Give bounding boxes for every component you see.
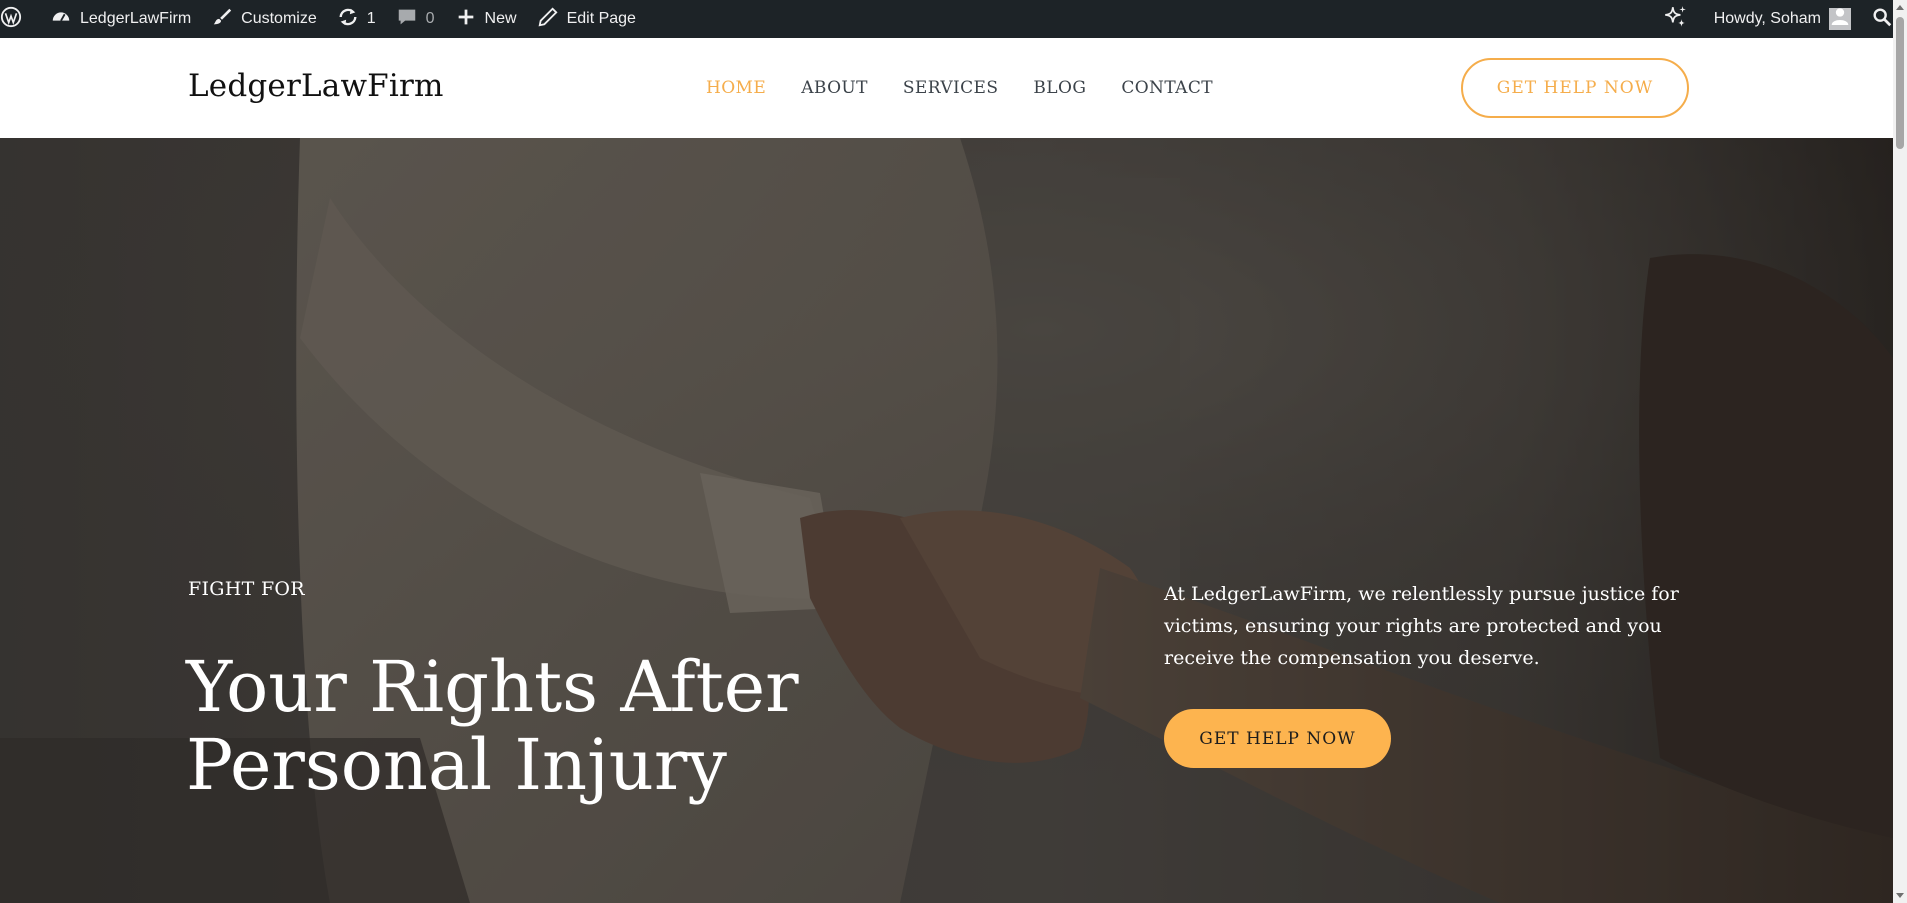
hero-description: At LedgerLawFirm, we relentlessly pursue… <box>1164 583 1679 669</box>
ai-assistant-button[interactable] <box>1652 0 1698 38</box>
nav-item-home[interactable]: HOME <box>706 78 766 98</box>
scroll-up-arrow-icon[interactable] <box>1896 5 1904 10</box>
hero-heading: Your Rights After Personal Injury <box>186 646 799 806</box>
nav-item-blog[interactable]: BLOG <box>1033 78 1086 98</box>
new-content-link[interactable]: New <box>445 0 527 38</box>
hero-eyebrow: FIGHT FOR <box>188 578 305 600</box>
primary-nav: HOME ABOUT SERVICES BLOG CONTACT <box>706 78 1213 98</box>
greeting-label: Howdy, Soham <box>1713 10 1821 27</box>
user-icon <box>1830 8 1850 30</box>
wordpress-icon <box>0 6 30 33</box>
avatar <box>1829 8 1851 30</box>
pencil-icon <box>537 6 567 33</box>
nav-item-services[interactable]: SERVICES <box>903 78 999 98</box>
nav-item-contact[interactable]: CONTACT <box>1121 78 1213 98</box>
edit-page-label: Edit Page <box>566 10 636 27</box>
search-icon <box>1871 6 1893 33</box>
site-title[interactable]: LedgerLawFirm <box>188 68 444 104</box>
customize-label: Customize <box>241 10 317 27</box>
wordpress-menu[interactable] <box>0 0 40 38</box>
admin-bar: LedgerLawFirm Customize 1 0 New Edit Pag… <box>0 0 1907 38</box>
edit-page-link[interactable]: Edit Page <box>527 0 646 38</box>
comment-icon <box>396 6 426 33</box>
sparkle-icon <box>1662 4 1688 35</box>
nav-item-about[interactable]: ABOUT <box>801 78 868 98</box>
comments-count: 0 <box>425 10 435 27</box>
my-account-menu[interactable]: Howdy, Soham <box>1698 0 1861 38</box>
comments-link[interactable]: 0 <box>386 0 445 38</box>
scrollbar-thumb[interactable] <box>1896 17 1904 149</box>
hero-section: FIGHT FOR Your Rights After Personal Inj… <box>0 138 1893 903</box>
dashboard-icon <box>50 6 80 33</box>
page-scrollbar[interactable] <box>1893 0 1907 903</box>
updates-link[interactable]: 1 <box>327 0 386 38</box>
site-name-link[interactable]: LedgerLawFirm <box>40 0 201 38</box>
header-get-help-button[interactable]: GET HELP NOW <box>1461 58 1689 118</box>
hero-get-help-button[interactable]: GET HELP NOW <box>1164 709 1391 768</box>
updates-count: 1 <box>366 10 376 27</box>
new-label: New <box>484 10 517 27</box>
refresh-icon <box>337 6 367 33</box>
customize-link[interactable]: Customize <box>201 0 327 38</box>
plus-icon <box>455 6 485 33</box>
site-header: LedgerLawFirm HOME ABOUT SERVICES BLOG C… <box>0 38 1893 138</box>
site-name-label: LedgerLawFirm <box>80 10 192 27</box>
brush-icon <box>211 6 241 33</box>
scroll-down-arrow-icon[interactable] <box>1896 893 1904 898</box>
